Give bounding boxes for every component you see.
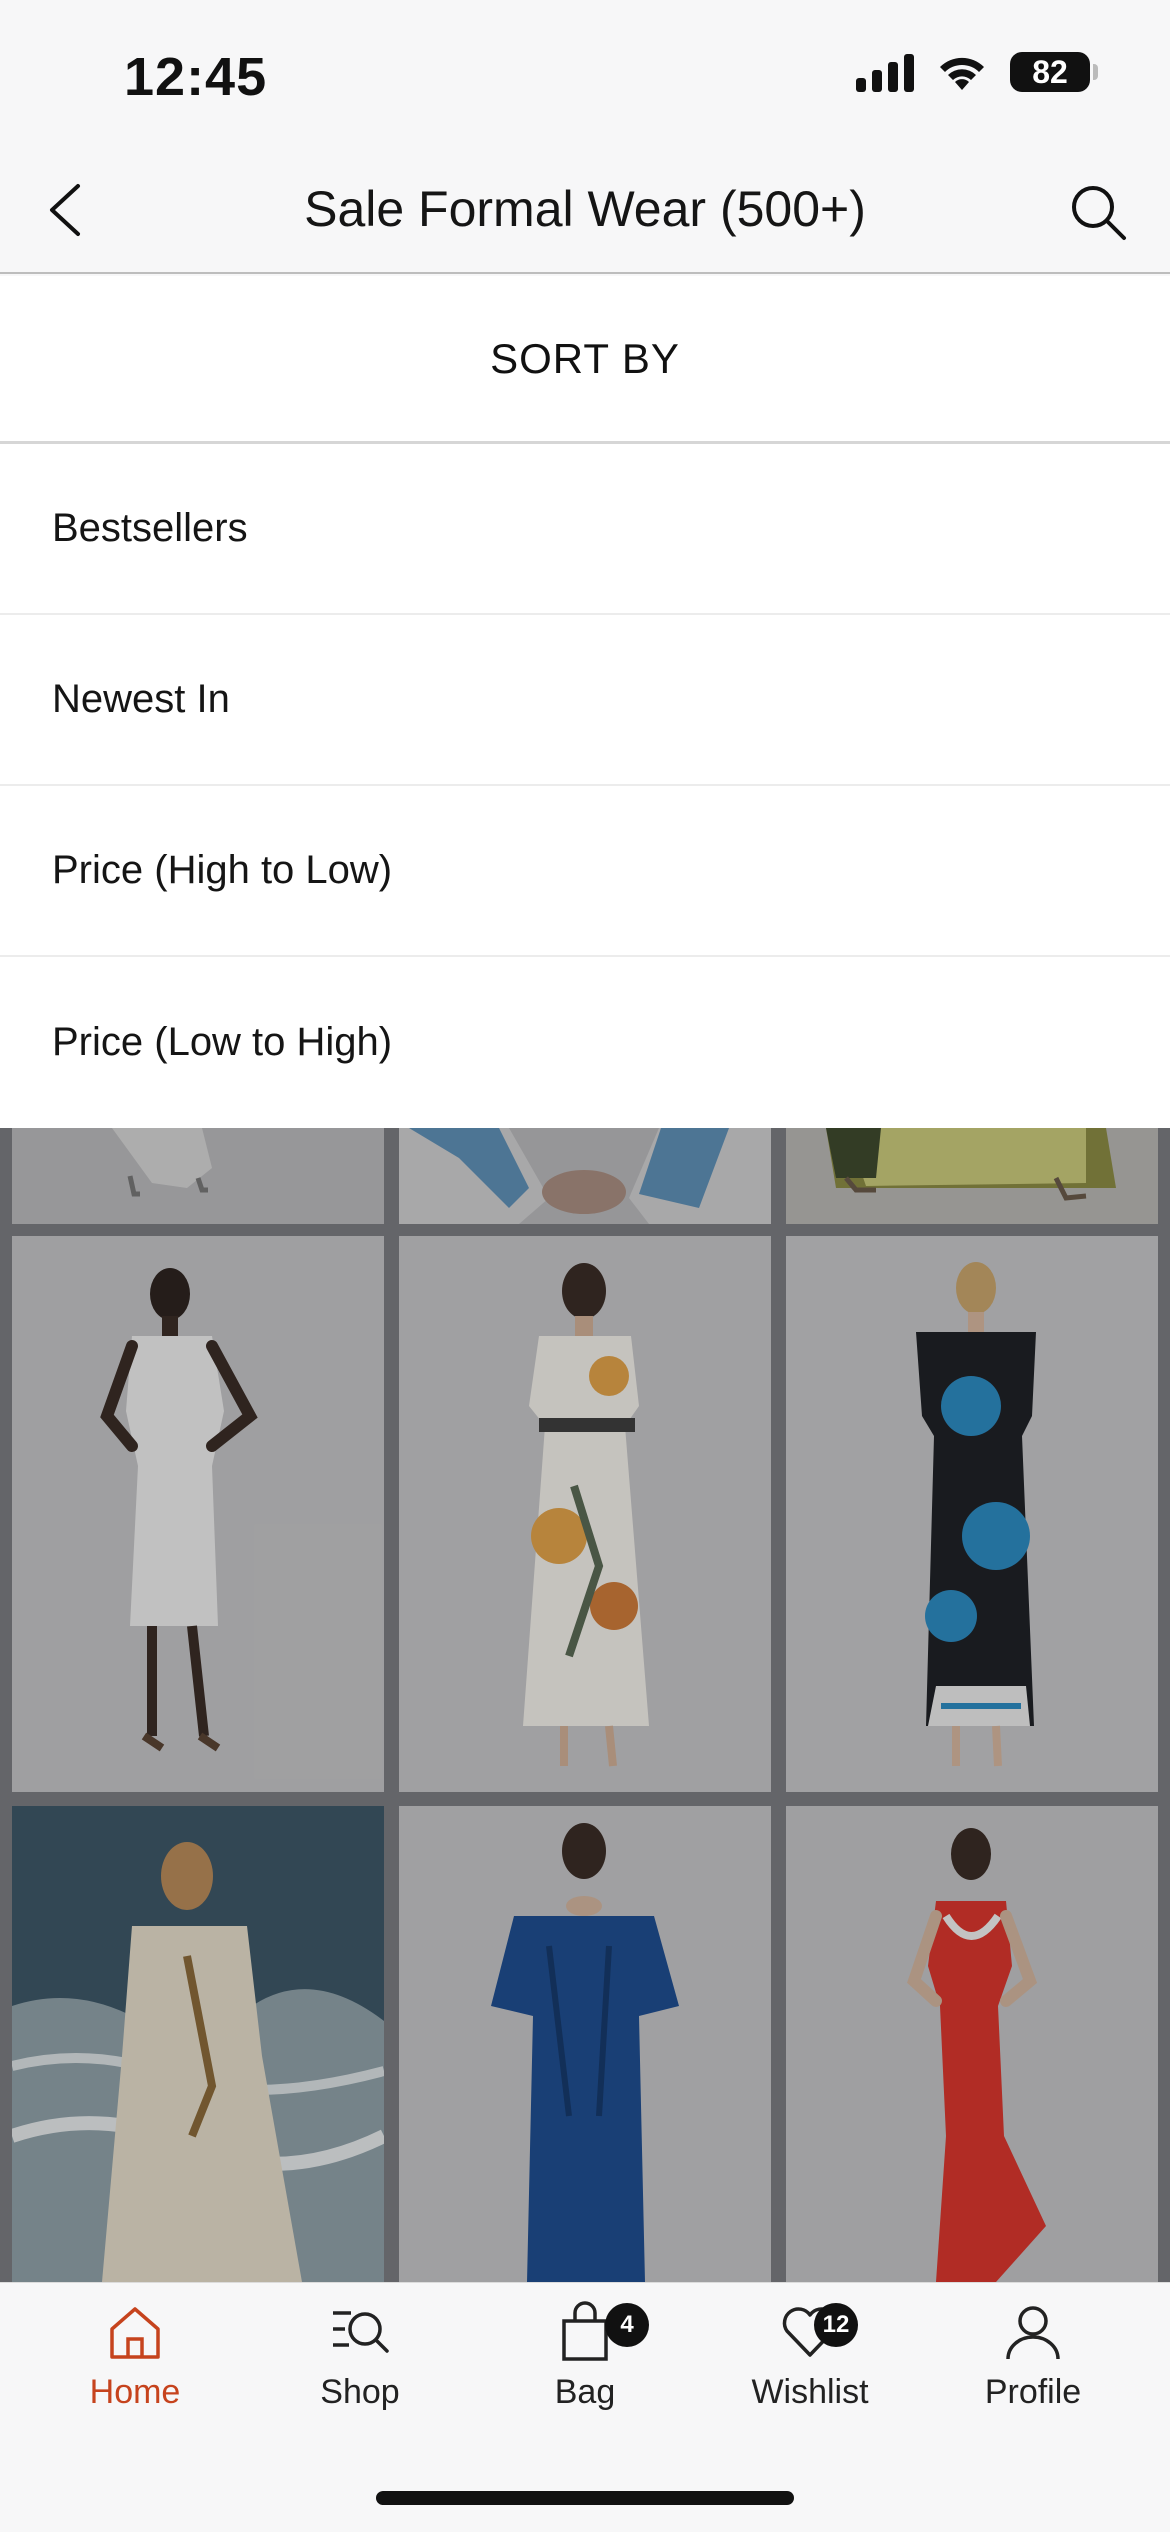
shop-search-icon [333,2311,389,2353]
tab-wishlist-label: Wishlist [751,2373,869,2411]
home-icon [110,2307,160,2359]
home-indicator[interactable] [376,2491,794,2505]
product-tile[interactable] [399,1128,771,1224]
product-grid [0,1128,1170,2282]
battery-level: 82 [1032,53,1068,90]
tab-profile[interactable]: Profile [943,2301,1123,2412]
product-tile[interactable] [786,1806,1158,2282]
product-tile[interactable] [399,1806,771,2282]
status-icons: 82 [856,52,1098,92]
search-icon[interactable] [1066,180,1130,244]
product-tile[interactable] [786,1128,1158,1224]
status-bar: 12:45 82 [0,0,1170,150]
page-title: Sale Formal Wear (500+) [304,181,866,237]
cellular-signal-icon [856,52,914,92]
tab-bag-label: Bag [554,2373,616,2411]
tab-shop[interactable]: Shop [270,2301,450,2412]
tab-bag[interactable]: 4 Bag [495,2301,675,2412]
product-tile[interactable] [12,1236,384,1792]
sort-option-price-high-to-low[interactable]: Price (High to Low) [0,786,1170,957]
bottom-tab-bar: Home Shop 4 Bag 12 Wishlist Profile [0,2282,1170,2532]
sort-by-sheet: SORT BY Bestsellers Newest In Price (Hig… [0,276,1170,1128]
battery-icon: 82 [1010,52,1098,92]
sort-option-bestsellers[interactable]: Bestsellers [0,444,1170,615]
tab-wishlist[interactable]: 12 Wishlist [720,2301,900,2412]
sort-option-price-low-to-high[interactable]: Price (Low to High) [0,957,1170,1128]
tab-home-label: Home [89,2373,181,2411]
sort-option-newest-in[interactable]: Newest In [0,615,1170,786]
tab-home[interactable]: Home [45,2301,225,2412]
product-tile[interactable] [12,1128,384,1224]
wishlist-count-badge: 12 [814,2303,858,2347]
tab-shop-label: Shop [320,2373,400,2411]
wifi-icon [940,57,984,90]
nav-header: Sale Formal Wear (500+) [0,150,1170,274]
tab-profile-label: Profile [984,2373,1082,2411]
bag-count-badge: 4 [605,2303,649,2347]
product-tile[interactable] [786,1236,1158,1792]
sort-by-title: SORT BY [0,276,1170,444]
product-tile[interactable] [399,1236,771,1792]
status-time: 12:45 [124,47,268,107]
product-tile[interactable] [12,1806,384,2282]
profile-icon [1006,2306,1060,2360]
